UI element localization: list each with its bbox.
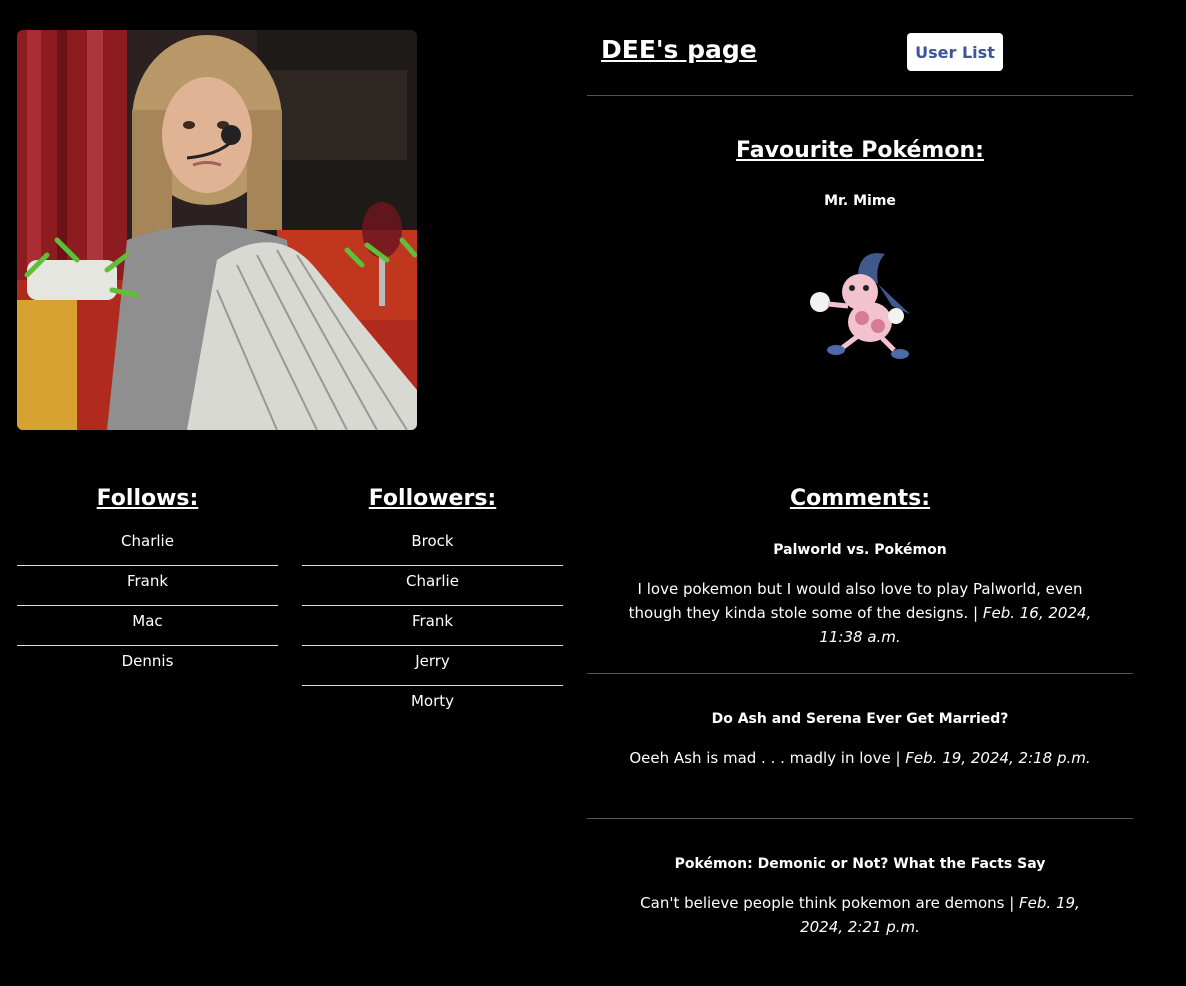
follows-item[interactable]: Charlie: [17, 526, 278, 566]
comment-date: Feb. 19, 2024, 2:18 p.m.: [905, 749, 1091, 767]
favourite-pokemon-name: Mr. Mime: [824, 193, 896, 209]
followers-item[interactable]: Jerry: [302, 646, 563, 686]
pokemon-sprite-mr-mime: [810, 253, 910, 359]
comment: Pokémon: Demonic or Not? What the Facts …: [600, 855, 1120, 939]
comment-separator: |: [968, 604, 983, 622]
page-title[interactable]: DEE's page: [601, 32, 757, 68]
comment-title[interactable]: Do Ash and Serena Ever Get Married?: [600, 710, 1120, 728]
comment-body: I love pokemon but I would also love to …: [610, 577, 1110, 649]
followers-list: Brock Charlie Frank Jerry Morty: [302, 526, 563, 726]
user-list-button[interactable]: User List: [907, 33, 1003, 71]
comment: Palworld vs. Pokémon I love pokemon but …: [600, 541, 1120, 649]
followers-item[interactable]: Morty: [302, 686, 563, 726]
comment-body: Can't believe people think pokemon are d…: [625, 891, 1095, 939]
profile-photo-illustration: [17, 30, 417, 430]
followers-heading: Followers:: [368, 486, 497, 511]
comment-text: Can't believe people think pokemon are d…: [640, 894, 1005, 912]
follows-list: Charlie Frank Mac Dennis: [17, 526, 278, 686]
comment-separator: |: [1004, 894, 1020, 912]
comments-heading: Comments:: [789, 486, 931, 511]
followers-item[interactable]: Charlie: [302, 566, 563, 606]
comment-title[interactable]: Palworld vs. Pokémon: [600, 541, 1120, 559]
comment-text: Oeeh Ash is mad . . . madly in love: [629, 749, 891, 767]
header-divider: [587, 95, 1133, 96]
comment-divider: [587, 818, 1133, 819]
followers-item[interactable]: Brock: [302, 526, 563, 566]
comment-divider: [587, 673, 1133, 674]
profile-photo: [17, 30, 417, 430]
profile-page: DEE's page User List Favourite Pokémon: …: [0, 0, 1186, 986]
follows-item[interactable]: Dennis: [17, 646, 278, 686]
comment-body: Oeeh Ash is mad . . . madly in love | Fe…: [610, 746, 1110, 770]
comment: Do Ash and Serena Ever Get Married? Oeeh…: [600, 710, 1120, 770]
follows-heading: Follows:: [96, 486, 199, 511]
followers-item[interactable]: Frank: [302, 606, 563, 646]
comment-separator: |: [890, 749, 906, 767]
comment-title[interactable]: Pokémon: Demonic or Not? What the Facts …: [600, 855, 1120, 873]
follows-item[interactable]: Mac: [17, 606, 278, 646]
follows-item[interactable]: Frank: [17, 566, 278, 606]
favourite-pokemon-heading: Favourite Pokémon:: [736, 138, 984, 163]
